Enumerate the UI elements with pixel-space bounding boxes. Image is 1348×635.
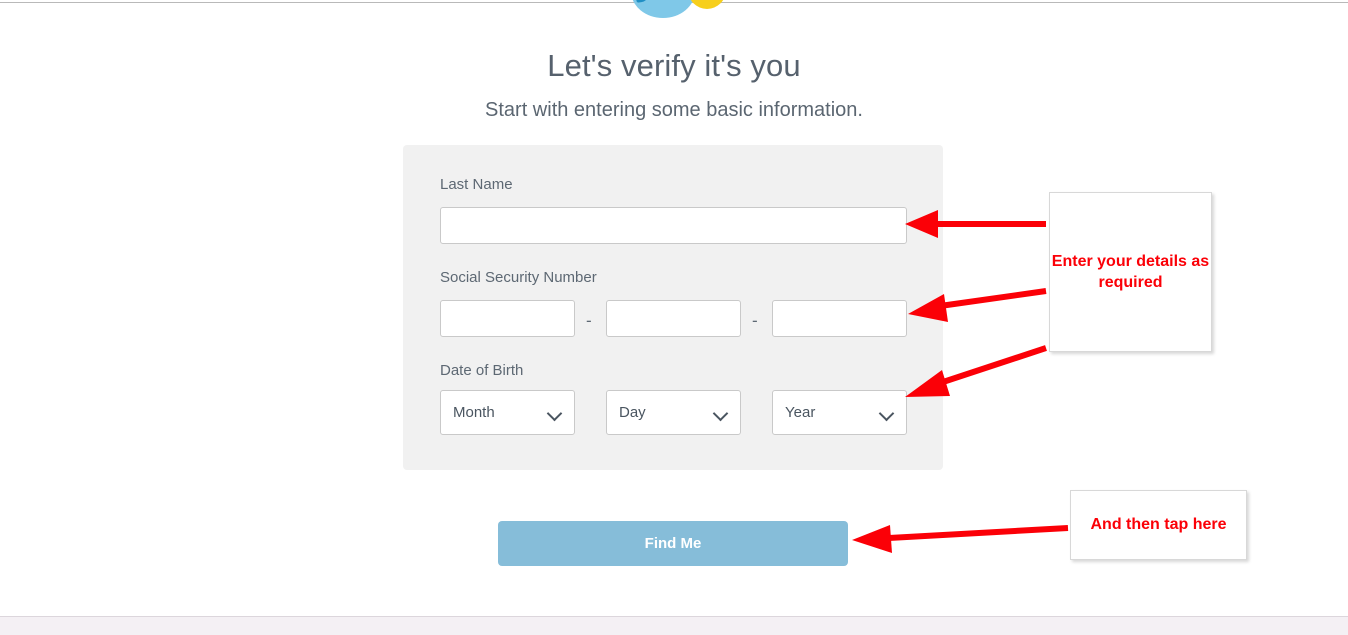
logo-exclamation-icon: ! [688, 0, 726, 9]
dob-month-select[interactable]: Month [440, 390, 575, 435]
dob-day-select[interactable]: Day [606, 390, 741, 435]
annotation-callout-tap: And then tap here [1070, 490, 1247, 560]
annotation-tap-text: And then tap here [1090, 516, 1227, 534]
dob-day-value: Day [619, 404, 646, 421]
dob-year-value: Year [785, 404, 816, 421]
ssn-label: Social Security Number [440, 269, 597, 286]
find-me-button[interactable]: Find Me [498, 521, 848, 566]
annotation-arrow-find-me [852, 525, 1069, 553]
ssn-separator-1: - [586, 311, 592, 330]
chevron-down-icon [548, 408, 563, 417]
page-footer-band [0, 616, 1348, 635]
dob-month-value: Month [453, 404, 495, 421]
logo-blob-icon [631, 0, 695, 18]
page-subtitle: Start with entering some basic informati… [485, 99, 863, 121]
date-of-birth-label: Date of Birth [440, 362, 524, 379]
chevron-down-icon [714, 408, 729, 417]
verification-form-panel: Last Name Social Security Number - - Dat… [403, 145, 943, 470]
chevron-down-icon [880, 408, 895, 417]
brand-logo: ! [0, 0, 1348, 24]
last-name-input[interactable] [440, 207, 907, 244]
ssn-part-2-input[interactable] [606, 300, 741, 337]
annotation-callout-details: Enter your details as required [1049, 192, 1212, 352]
last-name-label: Last Name [440, 176, 513, 193]
annotation-details-text: Enter your details as required [1051, 252, 1210, 291]
page-title: Let's verify it's you [547, 48, 801, 83]
dob-year-select[interactable]: Year [772, 390, 907, 435]
ssn-separator-2: - [752, 311, 758, 330]
ssn-part-1-input[interactable] [440, 300, 575, 337]
ssn-part-3-input[interactable] [772, 300, 907, 337]
